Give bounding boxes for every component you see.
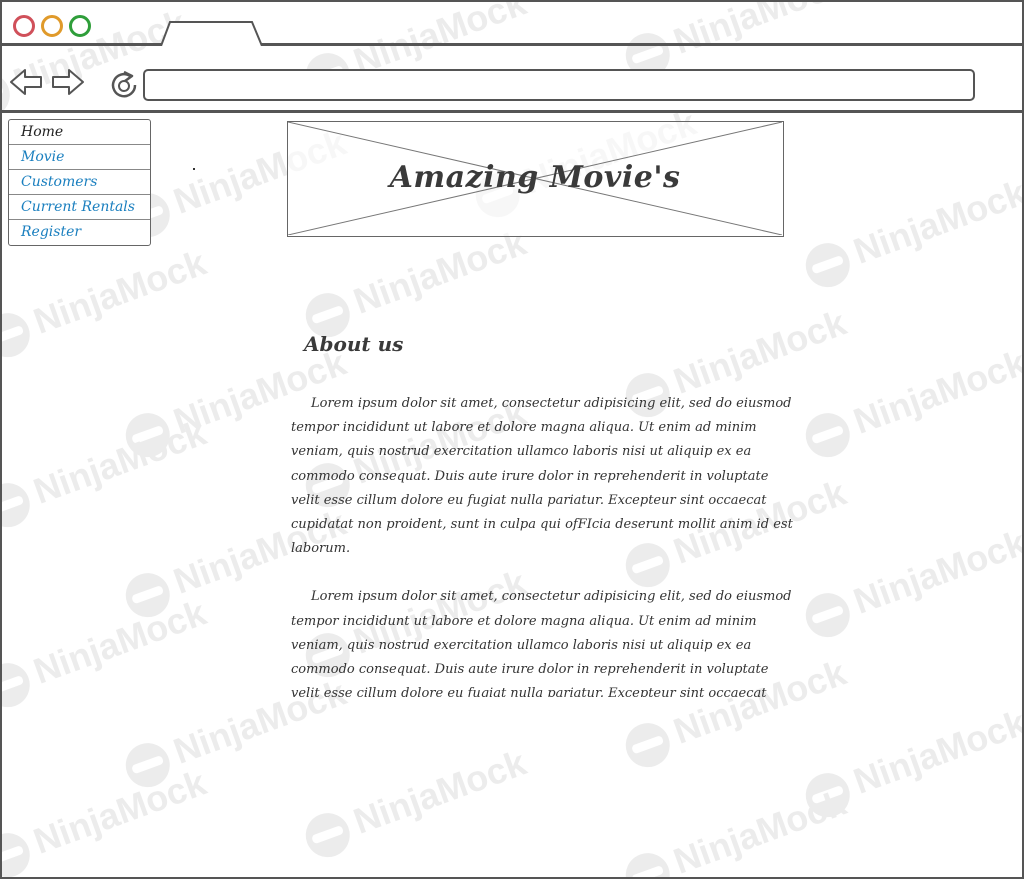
forward-button[interactable] [50, 67, 86, 97]
reload-icon [111, 70, 137, 98]
back-button[interactable] [8, 67, 44, 97]
menu-item-customers[interactable]: Customers [9, 170, 150, 195]
banner-image-placeholder: Amazing Movie's [287, 121, 784, 237]
about-content: Lorem ipsum dolor sit amet, consectetur … [291, 392, 801, 697]
navigation-bar [2, 47, 1022, 113]
reload-button[interactable] [108, 68, 140, 100]
about-heading: About us [304, 332, 404, 356]
arrow-right-icon [52, 69, 84, 95]
arrow-left-icon [10, 69, 42, 95]
close-window-button[interactable] [13, 15, 35, 37]
address-bar[interactable] [143, 69, 975, 101]
about-paragraph: Lorem ipsum dolor sit amet, consectetur … [291, 396, 793, 557]
minimize-window-button[interactable] [41, 15, 63, 37]
menu-item-register[interactable]: Register [9, 220, 150, 245]
about-paragraph: Lorem ipsum dolor sit amet, consectetur … [291, 589, 792, 697]
menu-item-movie[interactable]: Movie [9, 145, 150, 170]
title-bar [2, 2, 1022, 46]
side-menu: Home Movie Customers Current Rentals Reg… [8, 119, 151, 246]
maximize-window-button[interactable] [69, 15, 91, 37]
banner-title: Amazing Movie's [389, 160, 681, 195]
browser-tab[interactable] [160, 20, 264, 46]
browser-window: Home Movie Customers Current Rentals Reg… [0, 0, 1024, 879]
tab-outline-icon [160, 21, 263, 46]
menu-item-home[interactable]: Home [9, 120, 150, 145]
stray-dot [193, 168, 195, 170]
menu-item-current-rentals[interactable]: Current Rentals [9, 195, 150, 220]
